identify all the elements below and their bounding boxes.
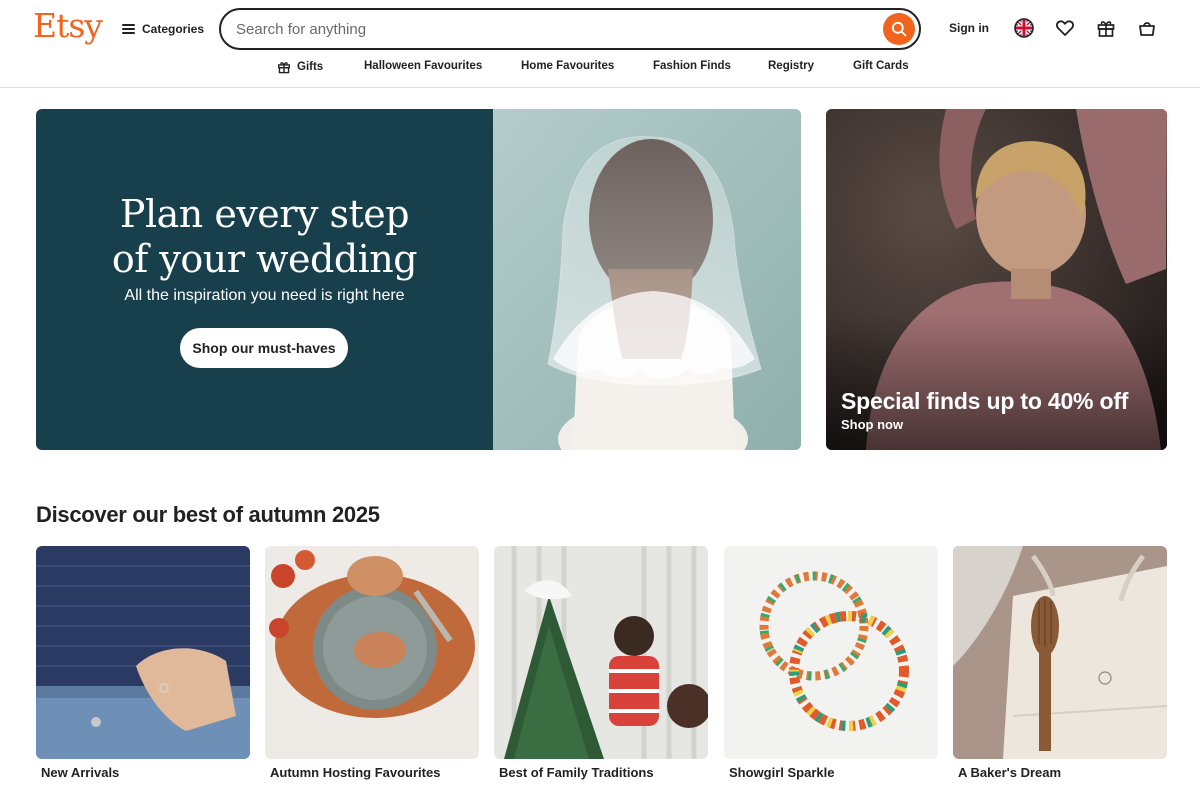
- site-header: Etsy Categories Sign in: [0, 0, 1200, 88]
- card-label: New Arrivals: [41, 765, 120, 780]
- pumpkin-plate-photo: [265, 546, 479, 759]
- card-image: [724, 546, 938, 759]
- heart-icon: [1056, 20, 1074, 36]
- card-bakers-dream[interactable]: A Baker's Dream: [953, 546, 1167, 780]
- christmas-tree-child-photo: [494, 546, 708, 759]
- knit-top-jeans-photo: [36, 546, 250, 759]
- basket-icon: [1139, 22, 1155, 36]
- search-icon: [891, 21, 907, 37]
- favourites-button[interactable]: [1054, 17, 1076, 39]
- bride-veil-illustration: [493, 109, 801, 450]
- hero-image-bride-veil: [493, 109, 801, 450]
- search-button[interactable]: [883, 13, 915, 45]
- card-label: Autumn Hosting Favourites: [270, 765, 441, 780]
- uk-flag-icon: [1014, 18, 1034, 38]
- promo-banner[interactable]: Special finds up to 40% off Shop now: [826, 109, 1167, 450]
- nav-item-gifts[interactable]: Gifts: [277, 60, 323, 74]
- categories-button[interactable]: Categories: [122, 20, 204, 38]
- category-nav: Gifts Halloween Favourites Home Favourit…: [0, 58, 1200, 78]
- nav-item-gift-cards[interactable]: Gift Cards: [853, 60, 909, 72]
- nav-item-label: Registry: [768, 60, 815, 72]
- card-image: [265, 546, 479, 759]
- autumn-cards: New Arrivals Autumn Hosting Favourites B…: [36, 546, 1167, 786]
- basket-button[interactable]: [1136, 17, 1158, 39]
- hero-title-line-2: of your wedding: [111, 237, 418, 281]
- nav-item-label: Home Favourites: [521, 60, 615, 72]
- card-label: A Baker's Dream: [958, 765, 1062, 780]
- card-label: Showgirl Sparkle: [729, 765, 835, 780]
- card-image: [953, 546, 1167, 759]
- card-label: Best of Family Traditions: [499, 765, 654, 780]
- hero-title-line-1: Plan every step: [119, 192, 410, 236]
- nav-item-registry[interactable]: Registry: [768, 60, 814, 72]
- card-showgirl-sparkle[interactable]: Showgirl Sparkle: [724, 546, 938, 780]
- card-autumn-hosting[interactable]: Autumn Hosting Favourites: [265, 546, 479, 780]
- language-flag-button[interactable]: [1013, 17, 1035, 39]
- categories-label: Categories: [142, 22, 205, 36]
- gift-icon: [1097, 21, 1115, 37]
- nav-item-label: Gift Cards: [853, 60, 909, 72]
- card-new-arrivals[interactable]: New Arrivals: [36, 546, 250, 780]
- apron-spatula-photo: [953, 546, 1167, 759]
- gift-icon: [278, 62, 290, 74]
- gift-mode-button[interactable]: [1095, 17, 1117, 39]
- nav-item-halloween[interactable]: Halloween Favourites: [364, 60, 482, 72]
- search-bar: [219, 8, 921, 50]
- hero-subtitle: All the inspiration you need is right he…: [124, 287, 405, 304]
- nav-item-fashion[interactable]: Fashion Finds: [653, 60, 731, 72]
- etsy-logo[interactable]: Etsy: [33, 6, 103, 45]
- hero-text-panel: Plan every step of your wedding All the …: [36, 109, 493, 450]
- section-title: Discover our best of autumn 2025: [36, 502, 380, 527]
- promo-shop-now-link[interactable]: Shop now: [841, 417, 903, 432]
- card-family-traditions[interactable]: Best of Family Traditions: [494, 546, 708, 780]
- sign-in-link[interactable]: Sign in: [949, 21, 989, 35]
- hero-title: Plan every step of your wedding: [36, 192, 493, 282]
- promo-title: Special finds up to 40% off: [841, 388, 1129, 414]
- search-input[interactable]: [236, 20, 856, 38]
- nav-item-label: Gifts: [297, 61, 324, 73]
- beaded-bracelets-photo: [724, 546, 938, 759]
- card-image: [36, 546, 250, 759]
- card-image: [494, 546, 708, 759]
- hero-banner[interactable]: Plan every step of your wedding All the …: [36, 109, 801, 450]
- menu-icon: [122, 24, 135, 34]
- shop-must-haves-button[interactable]: Shop our must-haves: [180, 328, 348, 368]
- nav-item-label: Halloween Favourites: [364, 60, 483, 72]
- nav-item-home[interactable]: Home Favourites: [521, 60, 614, 72]
- nav-item-label: Fashion Finds: [653, 60, 731, 72]
